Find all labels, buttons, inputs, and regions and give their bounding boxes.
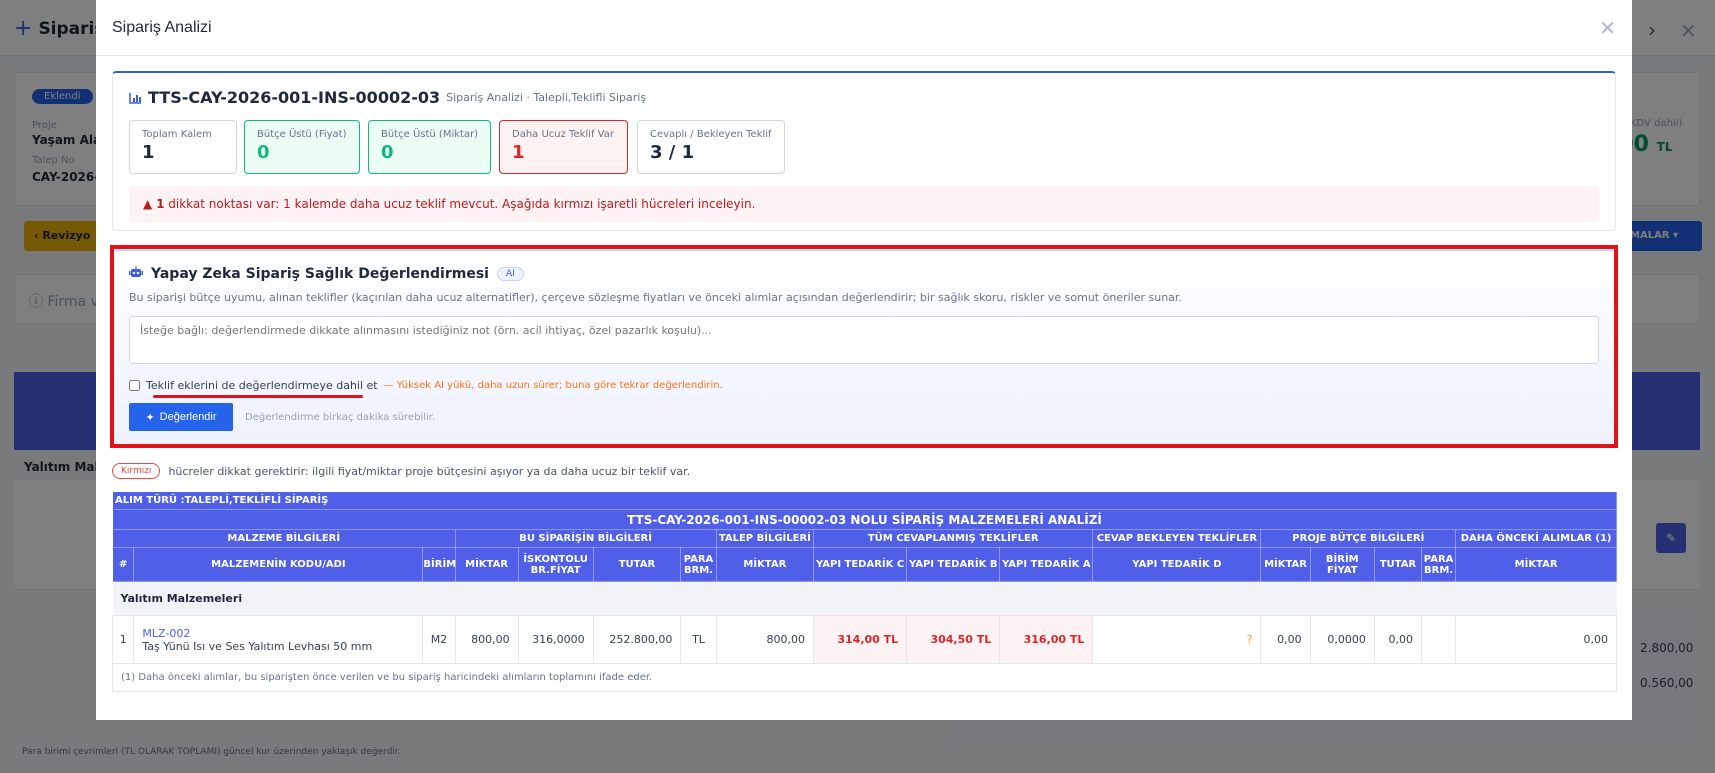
group-talep: TALEP BİLGİLERİ: [715, 529, 815, 548]
group-teklifler: TÜM CEVAPLANMIŞ TEKLİFLER: [813, 529, 1094, 548]
include-attachments-checkbox[interactable]: [129, 380, 140, 391]
legend-text: hücreler dikkat gerektirir: ilgili fiyat…: [168, 464, 691, 478]
close-icon[interactable]: ✕: [1599, 16, 1616, 40]
row-para: TL: [680, 615, 717, 664]
col-teklif-d: YAPI TEDARİK D: [1092, 547, 1262, 582]
row-name: Taş Yünü Isı ve Ses Yalıtım Levhası 50 m…: [142, 639, 373, 653]
group-malzeme: MALZEME BİLGİLERİ: [112, 529, 456, 548]
robot-icon: [129, 266, 143, 282]
group-bekleyen: CEVAP BEKLEYEN TEKLİFLER: [1092, 529, 1262, 548]
row-teklif-c: 314,00 TL: [813, 615, 908, 664]
col-kod-adi: MALZEMENİN KODU/ADI: [133, 547, 424, 582]
legend-pill: Kırmızı: [112, 463, 161, 479]
summary-card: TTS-CAY-2026-001-INS-00002-03 Sipariş An…: [112, 71, 1616, 231]
ai-health-card: Yapay Zeka Sipariş Sağlık Değerlendirmes…: [112, 250, 1616, 446]
col-no: #: [111, 547, 135, 582]
row-butce-tutar: 0,00: [1373, 615, 1422, 664]
stat-toplam-kalem: Toplam Kalem 1: [129, 120, 237, 174]
col-tutar: TUTAR: [592, 547, 682, 582]
include-attachments-hint: — Yüksek AI yükü, daha uzun sürer; buna …: [383, 380, 723, 391]
col-onceki-miktar: MİKTAR: [1455, 547, 1617, 582]
table-footnote: (1) Daha önceki alımlar, bu siparişten ö…: [112, 663, 1617, 692]
row-teklif-d: ?: [1092, 615, 1262, 664]
col-miktar: MİKTAR: [454, 547, 519, 582]
row-miktar: 800,00: [454, 615, 519, 664]
col-butce-tutar: TUTAR: [1373, 547, 1422, 582]
row-birim: M2: [422, 615, 456, 664]
annotation-underline: [153, 395, 363, 398]
ai-title: Yapay Zeka Sipariş Sağlık Değerlendirmes…: [151, 266, 489, 282]
evaluate-button[interactable]: ✦ Değerlendir: [129, 403, 233, 431]
row-code-link[interactable]: MLZ-002: [142, 627, 414, 640]
col-birim: BİRİM: [422, 547, 456, 582]
stat-daha-ucuz-teklif: Daha Ucuz Teklif Var 1: [499, 120, 628, 174]
row-butce-fiyat: 0,0000: [1309, 615, 1375, 664]
col-butce-para: PARA BRM.: [1420, 547, 1457, 582]
ai-pill: AI: [496, 267, 524, 281]
col-teklif-a: YAPI TEDARİK A: [999, 547, 1094, 582]
col-teklif-b: YAPI TEDARİK B: [906, 547, 1001, 582]
col-fiyat: İSKONTOLU BR.FİYAT: [517, 547, 594, 582]
stat-cevapli-bekleyen: Cevaplı / Bekleyen Teklif 3 / 1: [637, 120, 785, 174]
row-butce-miktar: 0,00: [1260, 615, 1311, 664]
summary-header: TTS-CAY-2026-001-INS-00002-03 Sipariş An…: [129, 88, 646, 107]
col-butce-fiyat: BİRİM FİYAT: [1309, 547, 1375, 582]
row-tutar: 252.800,00: [592, 615, 682, 664]
attention-alert: ▲ 1 dikkat noktası var: 1 kalemde daha u…: [129, 186, 1599, 222]
col-para: PARA BRM.: [680, 547, 717, 582]
warning-icon: ▲: [143, 197, 153, 211]
modal-header: Sipariş Analizi ✕: [96, 0, 1632, 56]
col-butce-miktar: MİKTAR: [1260, 547, 1311, 582]
col-teklif-c: YAPI TEDARİK C: [813, 547, 908, 582]
ai-include-attachments: Teklif eklerini de değerlendirmeye dahil…: [129, 379, 723, 392]
include-attachments-label[interactable]: Teklif eklerini de değerlendirmeye dahil…: [146, 379, 378, 392]
legend: Kırmızı hücreler dikkat gerektirir: ilgi…: [112, 463, 690, 479]
table-row: 1 MLZ-002 Taş Yünü Isı ve Ses Yalıtım Lev…: [111, 615, 1617, 664]
row-onceki-miktar: 0,00: [1455, 615, 1617, 664]
magic-wand-icon: ✦: [145, 411, 155, 424]
stat-butce-ustu-fiyat: Bütçe Üstü (Fiyat) 0: [244, 120, 360, 174]
col-talep-miktar: MİKTAR: [715, 547, 815, 582]
chart-icon: [129, 92, 141, 104]
table-title: TTS-CAY-2026-001-INS-00002-03 NOLU SİPAR…: [112, 509, 1617, 530]
row-teklif-a: 316,00 TL: [999, 615, 1094, 664]
ai-header: Yapay Zeka Sipariş Sağlık Değerlendirmes…: [129, 266, 524, 282]
alim-turu: ALIM TÜRÜ :TALEPLİ,TEKLİFLİ SİPARİŞ: [112, 491, 1617, 510]
row-talep-miktar: 800,00: [715, 615, 815, 664]
evaluate-note: Değerlendirme birkaç dakika sürebilir.: [245, 412, 436, 423]
row-teklif-b: 304,50 TL: [906, 615, 1001, 664]
stat-butce-ustu-miktar: Bütçe Üstü (Miktar) 0: [368, 120, 491, 174]
modal-title: Sipariş Analizi: [112, 18, 212, 36]
group-row: Yalıtım Malzemeleri: [112, 581, 1617, 616]
group-butce: PROJE BÜTÇE BİLGİLERİ: [1260, 529, 1457, 548]
order-code: TTS-CAY-2026-001-INS-00002-03: [148, 88, 441, 107]
order-analysis-modal: Sipariş Analizi ✕ TTS-CAY-2026-001-INS-0…: [96, 0, 1632, 720]
row-item: MLZ-002 Taş Yünü Isı ve Ses Yalıtım Levha…: [133, 615, 424, 664]
group-onceki: DAHA ÖNCEKİ ALIMLAR (1): [1455, 529, 1617, 548]
order-subtitle: Sipariş Analizi · Talepli,Teklifli Sipar…: [446, 91, 647, 104]
group-siparis: BU SİPARİŞİN BİLGİLERİ: [454, 529, 717, 548]
ai-description: Bu siparişi bütçe uyumu, alınan teklifle…: [129, 291, 1182, 304]
row-no: 1: [111, 615, 135, 664]
ai-note-input[interactable]: [129, 316, 1599, 364]
row-fiyat: 316,0000: [517, 615, 594, 664]
row-butce-para: [1420, 615, 1457, 664]
analysis-table: ALIM TÜRÜ :TALEPLİ,TEKLİFLİ SİPARİŞ TTS-…: [111, 491, 1617, 692]
